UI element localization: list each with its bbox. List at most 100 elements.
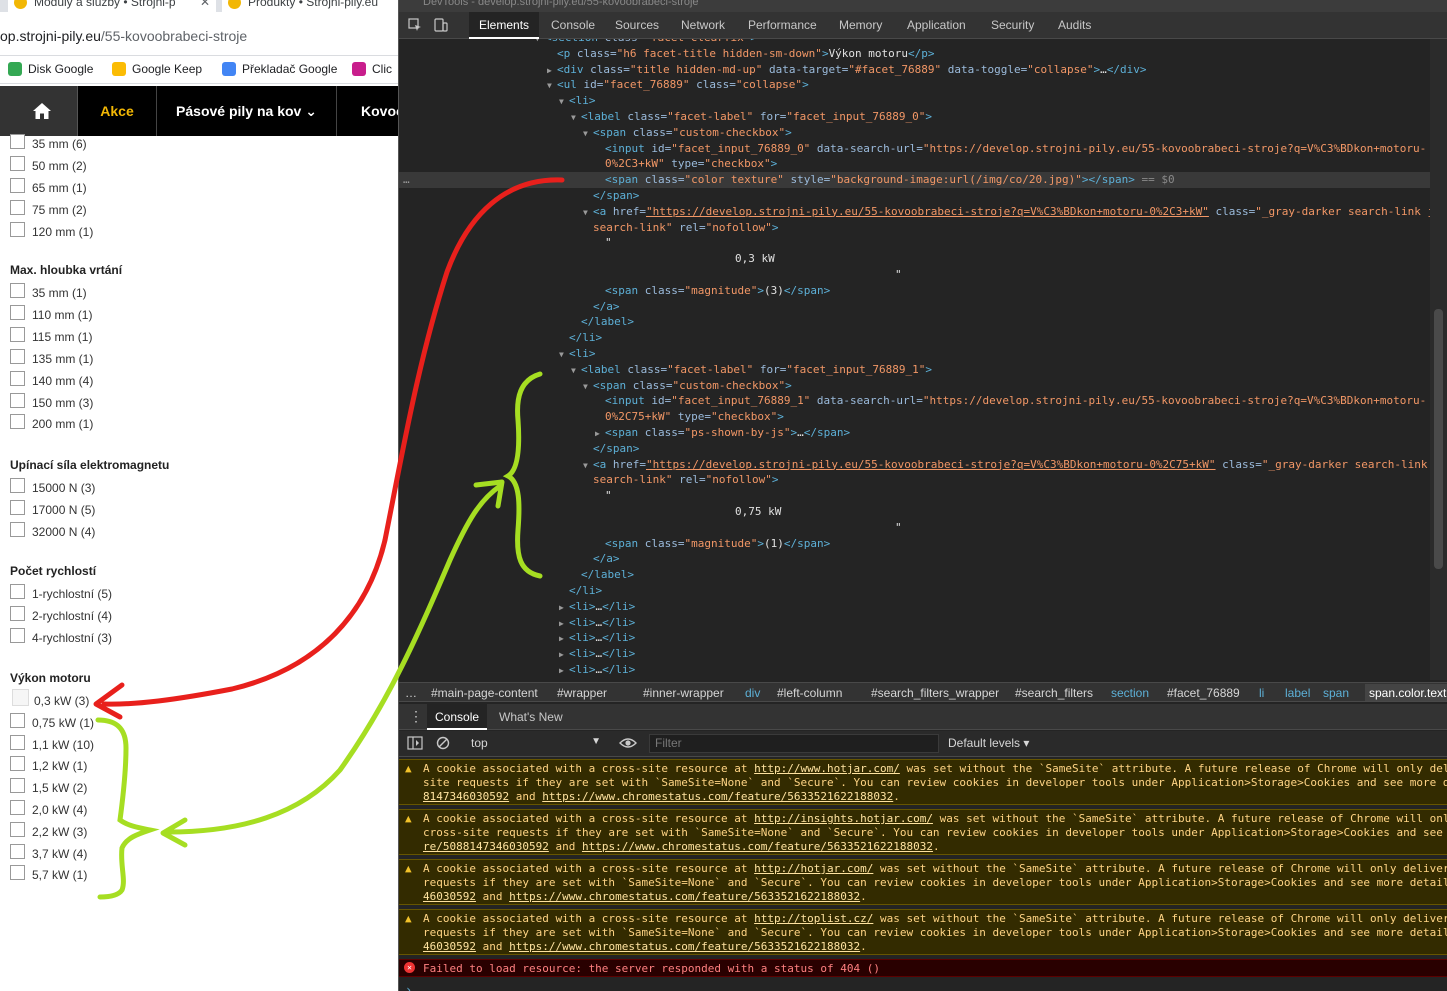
dom-node-line[interactable]: ▶ <li>…</li> — [399, 646, 1431, 662]
breadcrumb-item[interactable]: #inner-wrapper — [643, 684, 724, 701]
facet-checkbox[interactable] — [10, 584, 25, 599]
facet-checkbox[interactable] — [10, 605, 25, 621]
collapsed-triangle-icon[interactable]: ▶ — [595, 426, 605, 442]
collapsed-triangle-icon[interactable]: ▶ — [559, 631, 569, 647]
breadcrumb-item[interactable]: span — [1323, 684, 1349, 701]
breadcrumb-item[interactable]: label — [1285, 684, 1310, 701]
dom-node-line[interactable]: ▶ <li>…</li> — [399, 615, 1431, 631]
breadcrumb-item[interactable]: section — [1111, 684, 1149, 701]
browser-tab[interactable]: Produkty • Strojni-pily.eu — [222, 0, 398, 12]
dom-node-line[interactable]: ▼ <span class="custom-checkbox"> — [399, 378, 1431, 394]
facet-checkbox[interactable] — [10, 155, 25, 171]
bookmark-item[interactable]: Překladač Google — [222, 61, 337, 77]
dom-node-line[interactable]: 0,3 kW — [399, 251, 1431, 267]
dom-node-line[interactable]: ▶ <li>…</li> — [399, 599, 1431, 615]
drawer-menu-icon[interactable]: ⋮ — [409, 709, 423, 723]
nav-item-kovoobrabeci[interactable]: Kovoo — [337, 86, 398, 136]
expanded-triangle-icon[interactable]: ▼ — [547, 78, 557, 94]
dom-node-line[interactable]: </a> — [399, 299, 1431, 315]
facet-checkbox[interactable] — [10, 199, 25, 215]
console-link[interactable]: https://www.chromestatus.com/feature/563… — [542, 790, 893, 803]
expanded-triangle-icon[interactable]: ▼ — [583, 379, 593, 395]
devtools-tab-performance[interactable]: Performance — [738, 12, 827, 39]
breadcrumb-item[interactable]: … — [405, 684, 417, 701]
dom-node-line[interactable]: " — [399, 235, 1431, 251]
facet-checkbox[interactable] — [10, 778, 25, 794]
bookmark-item[interactable]: Google Keep — [112, 61, 202, 77]
devtools-tab-security[interactable]: Security — [981, 12, 1044, 39]
dom-node-line[interactable]: </label> — [399, 567, 1431, 583]
facet-checkbox[interactable] — [10, 478, 25, 493]
bookmark-item[interactable]: Disk Google — [8, 61, 93, 77]
dom-node-line[interactable]: ▼ <label class="facet-label" for="facet_i… — [399, 109, 1431, 125]
console-warning-message[interactable]: ▲ A cookie associated with a cross-site r… — [399, 809, 1447, 855]
drawer-tab-whats-new[interactable]: What's New — [491, 704, 571, 730]
log-levels-select[interactable]: Default levels ▾ — [948, 736, 1029, 750]
facet-checkbox[interactable] — [10, 177, 25, 193]
facet-checkbox[interactable] — [12, 689, 29, 706]
dom-node-line[interactable]: <input id="facet_input_76889_0" data-sea… — [399, 141, 1431, 157]
breadcrumb-item[interactable]: li — [1259, 684, 1264, 701]
expanded-triangle-icon[interactable]: ▼ — [559, 347, 569, 363]
console-link[interactable]: 46030592 — [423, 890, 476, 903]
facet-checkbox[interactable] — [10, 627, 25, 643]
expanded-triangle-icon[interactable]: ▼ — [571, 363, 581, 379]
facet-checkbox[interactable] — [10, 134, 25, 149]
dom-node-line[interactable]: <p class="h6 facet-title hidden-sm-down"… — [399, 46, 1431, 62]
dom-node-line[interactable]: </li> — [399, 330, 1431, 346]
console-link[interactable]: re/5088147346030592 — [423, 840, 549, 853]
facet-checkbox[interactable] — [10, 283, 25, 298]
dom-node-line[interactable]: 0%2C75+kW" type="checkbox"> — [399, 409, 1431, 425]
dom-node-line[interactable]: <span class="magnitude">(1)</span> — [399, 536, 1431, 552]
collapsed-triangle-icon[interactable]: ▶ — [559, 647, 569, 663]
console-error-message[interactable]: ✕ Failed to load resource: the server res… — [399, 959, 1447, 977]
breadcrumb-item[interactable]: #facet_76889 — [1167, 684, 1240, 701]
clear-console-icon[interactable] — [436, 736, 450, 753]
dom-node-line[interactable]: 0%2C3+kW" type="checkbox"> — [399, 156, 1431, 172]
breadcrumb-item[interactable]: #wrapper — [557, 684, 607, 701]
devtools-tab-sources[interactable]: Sources — [605, 12, 669, 39]
inspect-element-icon[interactable] — [407, 18, 423, 34]
console-link[interactable]: http://www.hotjar.com/ — [754, 762, 900, 775]
console-link[interactable]: https://www.chromestatus.com/feature/563… — [509, 940, 860, 953]
facet-checkbox[interactable] — [10, 414, 25, 430]
expanded-triangle-icon[interactable]: ▼ — [583, 205, 593, 221]
address-bar[interactable]: op.strojni-pily.eu/55-kovoobrabeci-stroj… — [0, 12, 398, 56]
breadcrumb-item[interactable]: #search_filters — [1015, 684, 1093, 701]
expanded-triangle-icon[interactable]: ▼ — [571, 110, 581, 126]
console-filter-input[interactable]: Filter — [649, 734, 939, 753]
console-warning-message[interactable]: ▲ A cookie associated with a cross-site r… — [399, 859, 1447, 905]
dom-node-line[interactable]: </span> — [399, 188, 1431, 204]
expanded-triangle-icon[interactable]: ▼ — [583, 458, 593, 474]
dom-node-line[interactable]: ▼ <li> — [399, 93, 1431, 109]
dom-node-line[interactable]: </a> — [399, 551, 1431, 567]
console-warning-message[interactable]: ▲ A cookie associated with a cross-site r… — [399, 909, 1447, 955]
console-link[interactable]: https://www.chromestatus.com/feature/563… — [509, 890, 860, 903]
show-sidebar-icon[interactable] — [407, 736, 423, 753]
collapsed-triangle-icon[interactable]: ▶ — [559, 663, 569, 679]
dom-node-line[interactable]: </li> — [399, 583, 1431, 599]
facet-checkbox[interactable] — [10, 499, 25, 515]
expanded-triangle-icon[interactable]: ▼ — [583, 126, 593, 142]
collapsed-triangle-icon[interactable]: ▶ — [559, 616, 569, 632]
console-warning-message[interactable]: ▲ A cookie associated with a cross-site r… — [399, 759, 1447, 805]
breadcrumb-item[interactable]: div — [745, 684, 760, 701]
facet-checkbox[interactable] — [10, 370, 25, 386]
dom-node-line[interactable]: </span> — [399, 441, 1431, 457]
dom-node-line[interactable]: " — [399, 488, 1431, 504]
facet-checkbox[interactable] — [10, 821, 25, 837]
dom-node-line[interactable]: search-link" rel="nofollow"> — [399, 472, 1431, 488]
devtools-tab-memory[interactable]: Memory — [829, 12, 892, 39]
close-tab-icon[interactable]: ✕ — [200, 0, 210, 9]
console-link[interactable]: http://toplist.cz/ — [754, 912, 873, 925]
collapsed-triangle-icon[interactable]: ▶ — [559, 600, 569, 616]
console-link[interactable]: http://insights.hotjar.com/ — [754, 812, 933, 825]
dom-node-line[interactable]: ▼ <label class="facet-label" for="facet_i… — [399, 362, 1431, 378]
drawer-tab-console[interactable]: Console — [427, 704, 488, 730]
breadcrumb-item[interactable]: #search_filters_wrapper — [871, 684, 999, 701]
console-link[interactable]: 8147346030592 — [423, 790, 509, 803]
facet-checkbox[interactable] — [10, 756, 25, 772]
dom-node-line[interactable]: ▼ <a href="https://develop.strojni-pily.e… — [399, 204, 1431, 220]
live-expression-icon[interactable] — [619, 736, 637, 753]
dom-node-line[interactable]: " — [399, 267, 1431, 283]
